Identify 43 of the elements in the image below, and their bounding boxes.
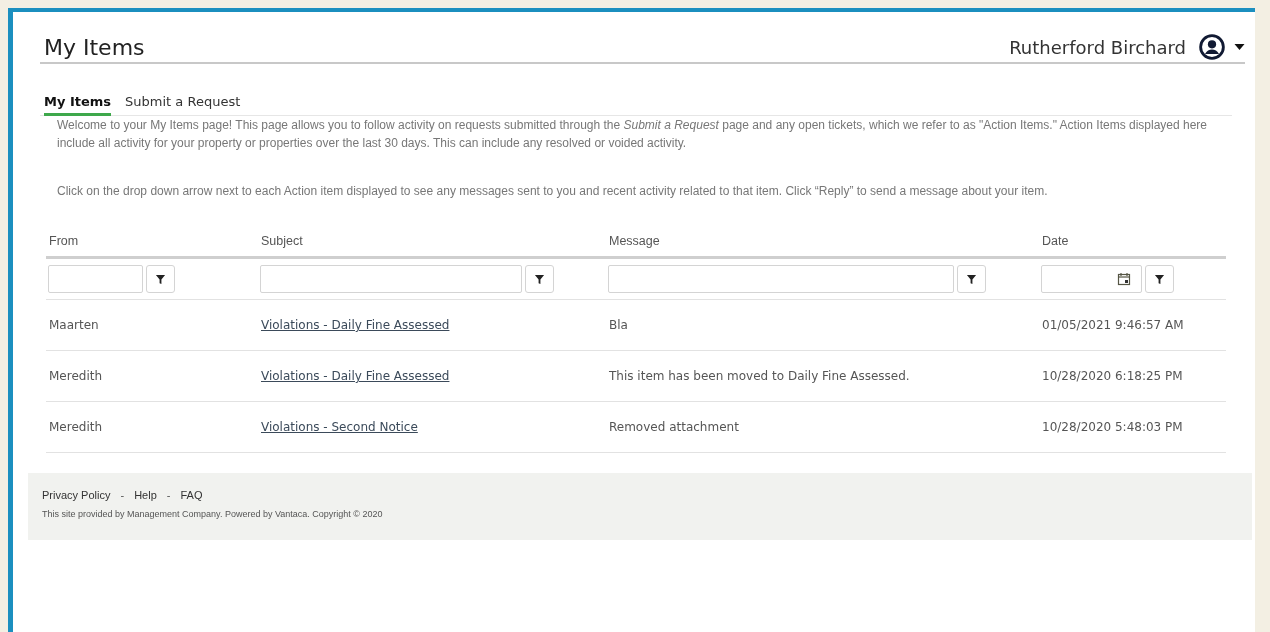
- filter-field[interactable]: [608, 265, 954, 293]
- table-cell-text: 10/28/2020 5:48:03 PM: [1041, 420, 1184, 434]
- filter-field[interactable]: [48, 265, 143, 293]
- table-cell-text: Meredith: [48, 420, 104, 434]
- filter-button[interactable]: [146, 265, 175, 293]
- table-cell-text: 10/28/2020 6:18:25 PM: [1041, 369, 1184, 383]
- filter-icon: [534, 273, 545, 285]
- subject-link[interactable]: Violations - Daily Fine Assessed: [261, 318, 450, 332]
- intro-paragraph: Welcome to your My Items page! This page allows you to follow activity on requests submitted through the Submit a Request page and any open tickets, which we refer to as "Action Items." Action Items displayed here include all activity for your property or properties over the last 30 days. This can include any resolved or voided activity.: [57, 117, 1207, 152]
- filter-icon: [1154, 273, 1165, 285]
- filter-icon: [966, 273, 977, 285]
- intro-paragraph: Click on the drop down arrow next to each Action item displayed to see any messages sent to you and recent activity related to that item. Click “Reply” to send a message about your item.: [57, 183, 1049, 200]
- filter-button[interactable]: [1145, 265, 1174, 293]
- footer-link[interactable]: Help: [134, 489, 157, 501]
- date-filter-field[interactable]: [1041, 265, 1142, 293]
- footer-link[interactable]: FAQ: [180, 489, 203, 501]
- separator: -: [120, 489, 125, 501]
- footer-link[interactable]: Privacy Policy: [42, 489, 111, 501]
- table-cell-text: Removed attachment: [608, 420, 740, 434]
- caret-icon[interactable]: [1234, 44, 1245, 50]
- subject-link[interactable]: Violations - Daily Fine Assessed: [261, 369, 450, 383]
- filter-icon: [155, 273, 166, 285]
- table-cell-text: Maarten: [48, 318, 100, 332]
- column-header: From: [48, 234, 80, 248]
- column-header: Date: [1041, 234, 1070, 248]
- filter-field[interactable]: [260, 265, 522, 293]
- table-cell-text: This item has been moved to Daily Fine Assessed.: [608, 369, 911, 383]
- page-title: My Items: [44, 34, 145, 60]
- subject-link[interactable]: Violations - Second Notice: [261, 420, 418, 434]
- tab[interactable]: Submit a Request: [125, 94, 241, 116]
- column-header: Subject: [260, 234, 304, 248]
- table-cell-text: Bla: [608, 318, 629, 332]
- tab[interactable]: My Items: [44, 94, 112, 116]
- column-header: Message: [608, 234, 661, 248]
- user-avatar-icon[interactable]: [1199, 34, 1225, 60]
- copyright-notice: This site provided by Management Company. Powered by Vantaca. Copyright © 2020: [42, 509, 384, 519]
- filter-button[interactable]: [957, 265, 986, 293]
- table-cell-text: 01/05/2021 9:46:57 AM: [1041, 318, 1185, 332]
- table-cell-text: Meredith: [48, 369, 104, 383]
- separator: -: [166, 489, 171, 501]
- user-name[interactable]: Rutherford Birchard: [1009, 36, 1186, 58]
- calendar-icon[interactable]: [1117, 272, 1131, 286]
- filter-button[interactable]: [525, 265, 554, 293]
